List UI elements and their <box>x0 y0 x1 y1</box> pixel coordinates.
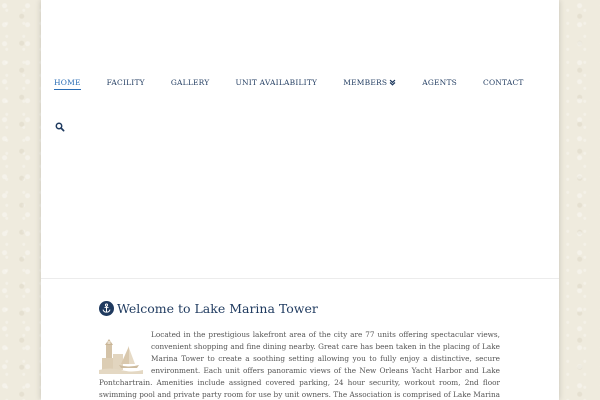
nav-item-unit-availability[interactable]: UNIT AVAILABILITY <box>235 78 317 90</box>
welcome-heading: Welcome to Lake Marina Tower <box>99 301 318 316</box>
nav-item-label: CONTACT <box>483 78 524 87</box>
main-content: Welcome to Lake Marina Tower Located in … <box>41 279 559 400</box>
nav-item-label: MEMBERS <box>343 78 388 87</box>
main-nav: HOME FACILITY GALLERY UNIT AVAILABILITY … <box>54 78 550 90</box>
intro-paragraph: Located in the prestigious lakefront are… <box>99 329 500 400</box>
nav-item-label: UNIT AVAILABILITY <box>235 78 318 87</box>
anchor-icon <box>99 301 114 316</box>
nav-item-label: GALLERY <box>170 78 210 87</box>
nav-item-gallery[interactable]: GALLERY <box>171 78 210 90</box>
nav-item-members[interactable]: MEMBERS <box>343 78 396 90</box>
nav-item-label: AGENTS <box>422 78 457 87</box>
nav-item-home[interactable]: HOME <box>54 78 81 90</box>
nav-item-label: FACILITY <box>106 78 145 87</box>
nav-item-label: HOME <box>54 78 81 87</box>
page-title: Welcome to Lake Marina Tower <box>117 301 318 316</box>
nav-item-facility[interactable]: FACILITY <box>107 78 145 90</box>
site-header: HOME FACILITY GALLERY UNIT AVAILABILITY … <box>41 0 559 279</box>
intro-text: Located in the prestigious lakefront are… <box>99 330 500 399</box>
search-icon[interactable] <box>55 117 65 132</box>
nav-item-contact[interactable]: CONTACT <box>483 78 524 90</box>
nav-item-agents[interactable]: AGENTS <box>422 78 457 90</box>
double-chevron-down-icon <box>389 79 396 86</box>
page-container: HOME FACILITY GALLERY UNIT AVAILABILITY … <box>41 0 559 400</box>
